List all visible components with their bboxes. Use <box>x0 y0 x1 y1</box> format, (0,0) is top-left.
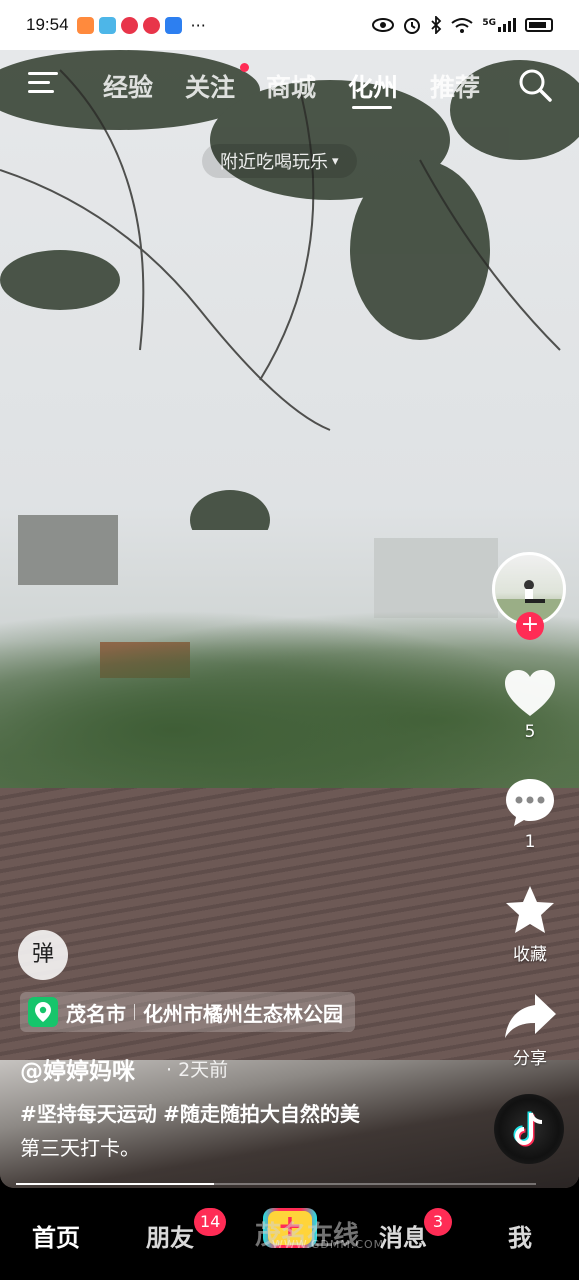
friends-badge: 14 <box>194 1208 227 1236</box>
site-watermark-url: WWW.GDMM.COM <box>272 1238 385 1251</box>
favorite-button[interactable]: 收藏 <box>498 884 562 965</box>
tab-experience[interactable]: 经验 <box>103 68 153 104</box>
location-pin-icon <box>28 997 58 1027</box>
notification-app-icon <box>120 16 138 34</box>
notification-app-icon <box>142 16 160 34</box>
tab-local-huazhou[interactable]: 化州 <box>348 68 398 104</box>
nav-messages[interactable]: 消息 <box>379 1218 427 1253</box>
search-icon[interactable] <box>518 68 552 102</box>
status-more: ··· <box>190 15 206 35</box>
video-building <box>374 538 498 618</box>
status-bar: 19:54 ··· 5G <box>0 0 579 50</box>
notification-app-icon <box>164 16 182 34</box>
post-time: · 2天前 <box>166 1059 229 1081</box>
follow-button[interactable]: + <box>516 612 544 640</box>
nav-home[interactable]: 首页 <box>32 1218 80 1253</box>
notification-app-icon <box>98 16 116 34</box>
favorite-label: 收藏 <box>513 945 547 965</box>
bluetooth-icon <box>431 16 442 34</box>
notification-app-icon <box>76 16 94 34</box>
video-trees <box>0 610 579 810</box>
star-icon <box>506 886 554 933</box>
comment-count: 1 <box>524 832 536 852</box>
douyin-logo-icon <box>513 1111 543 1147</box>
comment-button[interactable]: 1 <box>498 776 562 852</box>
tab-recommend[interactable]: 推荐 <box>430 68 480 104</box>
heart-icon <box>505 670 555 716</box>
share-label: 分享 <box>513 1049 547 1069</box>
nearby-food-fun-button[interactable]: 附近吃喝玩乐 ▾ <box>202 144 357 178</box>
share-icon <box>505 994 556 1038</box>
location-tag[interactable]: 茂名市 化州市橘州生态林公园 <box>20 992 355 1032</box>
following-new-dot <box>240 63 249 72</box>
playback-progress-fill <box>16 1183 214 1185</box>
playback-progress-bar[interactable] <box>16 1183 536 1185</box>
signal-icon: 5G <box>482 18 516 32</box>
tab-mall[interactable]: 商城 <box>266 68 316 104</box>
nav-me[interactable]: 我 <box>508 1218 532 1253</box>
tab-following[interactable]: 关注 <box>185 68 235 104</box>
location-divider <box>134 1004 135 1020</box>
like-button[interactable]: 5 <box>498 668 562 742</box>
comment-icon <box>506 779 554 826</box>
nav-friends[interactable]: 朋友 <box>146 1218 194 1253</box>
top-nav: 经验 关注 商城 化州 推荐 <box>0 60 579 110</box>
author-name[interactable]: @婷婷妈咪 <box>20 1052 135 1086</box>
danmaku-toggle-button[interactable]: 弹 <box>18 930 68 980</box>
messages-badge: 3 <box>424 1208 452 1236</box>
location-city: 茂名市 <box>66 1001 126 1026</box>
nearby-label: 附近吃喝玩乐 <box>220 152 328 173</box>
location-place: 化州市橘州生态林公园 <box>143 1001 343 1026</box>
battery-icon <box>525 18 553 32</box>
status-time: 19:54 <box>26 15 69 34</box>
hashtag-link[interactable]: #坚持每天运动 <box>20 1102 157 1126</box>
wifi-icon <box>451 18 473 33</box>
menu-icon[interactable] <box>28 72 58 96</box>
caption-text: 第三天打卡。 <box>20 1136 140 1160</box>
video-branches <box>0 50 579 530</box>
active-tab-indicator <box>352 106 392 109</box>
hashtag-link[interactable]: #随走随拍大自然的美 <box>163 1102 360 1126</box>
like-count: 5 <box>524 722 536 742</box>
music-disc-button[interactable] <box>494 1094 564 1164</box>
post-caption: #坚持每天运动 #随走随拍大自然的美 第三天打卡。 <box>20 1097 480 1165</box>
eye-icon <box>372 18 395 32</box>
network-type-label: 5G <box>482 18 496 28</box>
chevron-down-icon: ▾ <box>332 153 339 169</box>
share-button[interactable]: 分享 <box>498 992 562 1069</box>
alarm-icon <box>404 18 421 34</box>
